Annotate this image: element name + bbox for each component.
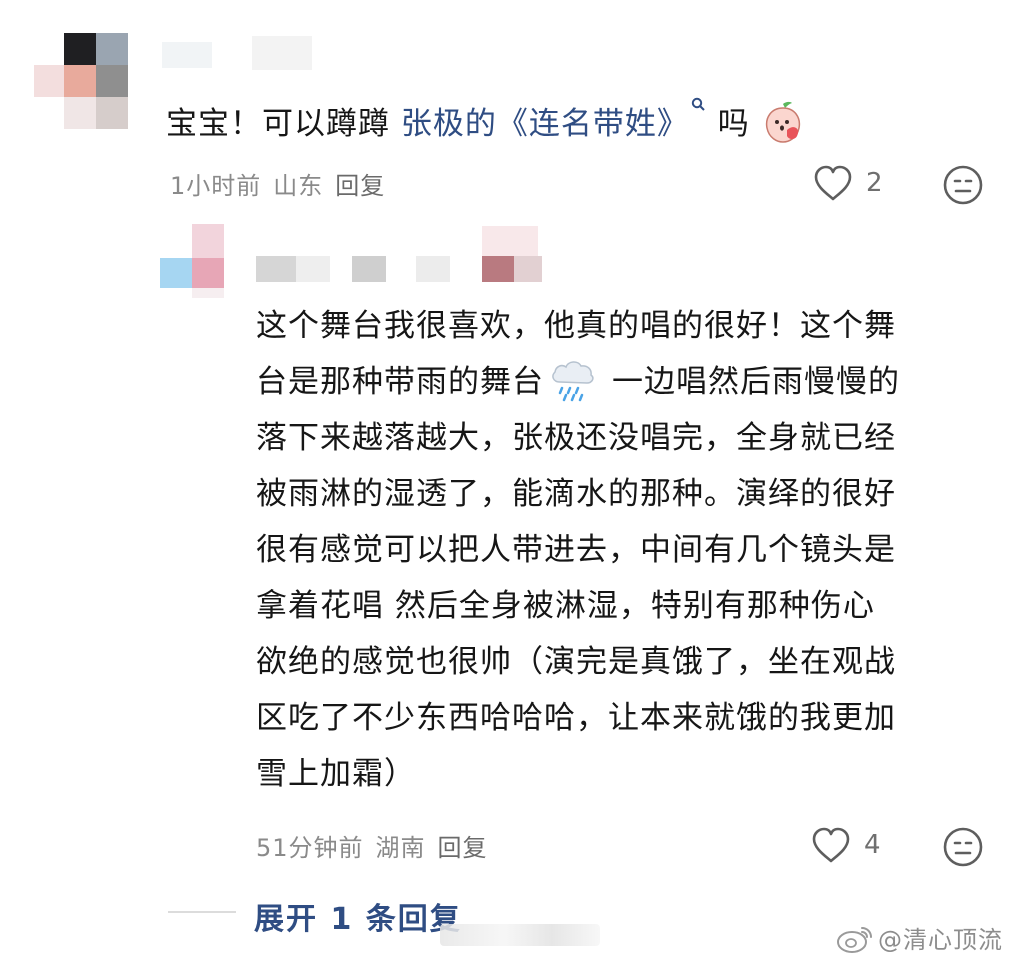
heart-outline-icon[interactable] bbox=[810, 826, 852, 864]
like-count: 2 bbox=[866, 168, 883, 198]
username-blurred[interactable] bbox=[162, 36, 322, 80]
blur-overlay bbox=[440, 924, 600, 946]
heart-outline-icon[interactable] bbox=[812, 164, 854, 202]
reply-text: 这个舞台我很喜欢，他真的唱的很好！这个舞 台是那种带雨的舞台 一边唱然后雨慢慢的… bbox=[256, 308, 900, 792]
avatar[interactable] bbox=[34, 33, 130, 129]
reply-username-blurred[interactable] bbox=[256, 226, 556, 290]
location: 湖南 bbox=[375, 834, 426, 862]
location: 山东 bbox=[273, 172, 324, 200]
timestamp: 51分钟前 bbox=[256, 834, 364, 862]
reply-avatar[interactable] bbox=[160, 224, 228, 298]
neutral-face-icon[interactable] bbox=[942, 826, 984, 868]
reply-meta: 51分钟前 湖南 回复 bbox=[256, 828, 500, 863]
neutral-face-icon[interactable] bbox=[942, 164, 984, 206]
peach-face-emoji bbox=[765, 101, 800, 143]
expand-replies-button[interactable]: 展开 1 条回复 bbox=[254, 894, 462, 938]
reply-button[interactable]: 回复 bbox=[335, 172, 385, 200]
timestamp: 1小时前 bbox=[170, 172, 262, 200]
comment-meta: 1小时前 山东 回复 bbox=[170, 166, 397, 201]
weibo-logo-icon bbox=[837, 927, 872, 953]
reply-button[interactable]: 回复 bbox=[438, 834, 488, 862]
comment-text: 宝宝！可以蹲蹲 张极的《连名带姓》 吗 bbox=[166, 96, 805, 152]
search-icon bbox=[691, 97, 705, 111]
like-count: 4 bbox=[864, 830, 881, 860]
watermark-text: @清心顶流 bbox=[878, 926, 1003, 954]
watermark: @清心顶流 bbox=[836, 920, 1003, 955]
song-link[interactable]: 张极的《连名带姓》 bbox=[401, 97, 707, 142]
divider-line bbox=[168, 911, 236, 913]
rain-cloud-emoji bbox=[552, 361, 594, 402]
